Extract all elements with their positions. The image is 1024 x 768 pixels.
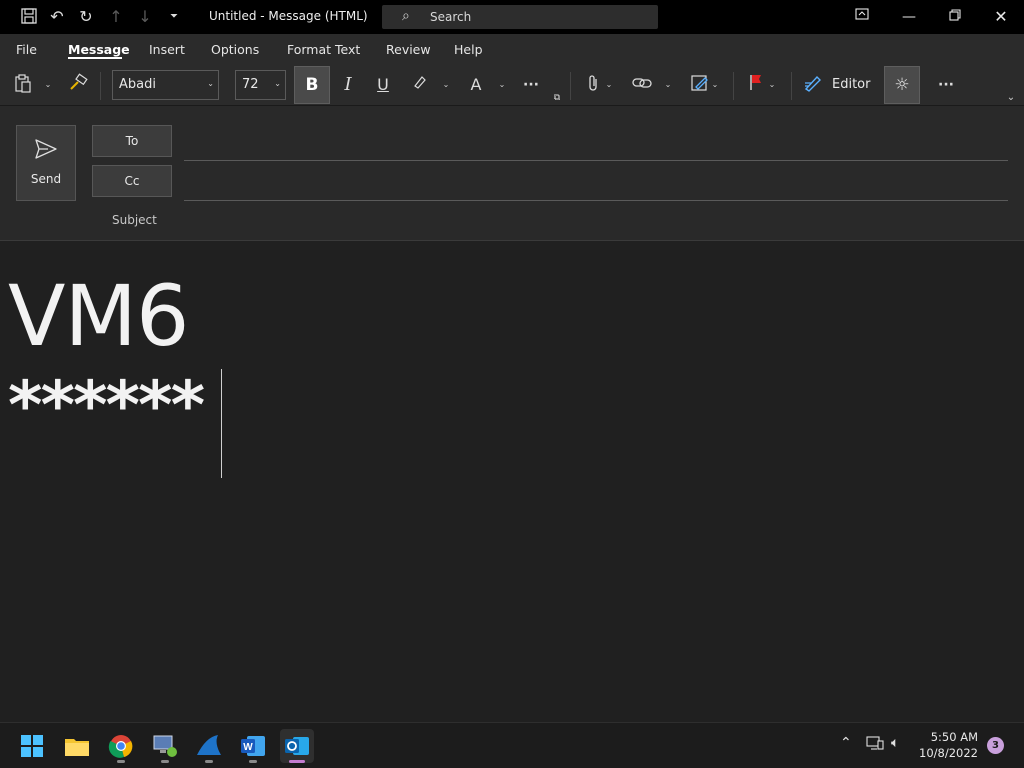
file-explorer-icon[interactable]: [60, 729, 94, 763]
search-icon: ⌕: [402, 8, 410, 24]
ribbon: ⌄ Abadi ⌄ 72 ⌄ B I U ⌄ A ⌄ ··· ⧉ ⌄ ⌄ ⌄ ⌄: [0, 64, 1024, 158]
bold-button[interactable]: B: [294, 66, 330, 104]
to-button[interactable]: To: [92, 125, 172, 157]
attach-dropdown-icon[interactable]: ⌄: [604, 73, 614, 97]
font-size-select[interactable]: 72 ⌄: [235, 70, 286, 100]
font-color-dropdown-icon[interactable]: ⌄: [497, 73, 507, 97]
save-icon[interactable]: [19, 7, 39, 27]
signature-icon[interactable]: [689, 73, 711, 97]
clock-time: 5:50 AM: [930, 730, 978, 744]
taskbar: W ⌃ 🔈︎ 5:50 AM 10/8/2022 3: [0, 722, 1024, 768]
tab-file[interactable]: File: [16, 42, 37, 57]
link-icon[interactable]: [630, 73, 654, 97]
send-button[interactable]: Send: [16, 125, 76, 201]
tab-message[interactable]: Message: [68, 42, 130, 57]
subject-label: Subject: [112, 213, 157, 227]
show-hidden-icons[interactable]: ⌃: [840, 735, 852, 751]
ribbon-separator: [791, 72, 792, 100]
menu-bar: File Message Insert Options Format Text …: [0, 34, 1024, 64]
signature-dropdown-icon[interactable]: ⌄: [710, 73, 720, 97]
font-color-button[interactable]: A: [465, 73, 487, 97]
highlight-dropdown-icon[interactable]: ⌄: [441, 73, 451, 97]
tab-format-text[interactable]: Format Text: [287, 42, 360, 57]
link-dropdown-icon[interactable]: ⌄: [663, 73, 673, 97]
send-label: Send: [30, 172, 62, 186]
paste-icon[interactable]: [12, 73, 34, 97]
underline-button[interactable]: U: [372, 73, 394, 97]
tab-insert[interactable]: Insert: [149, 42, 185, 57]
outlook-icon[interactable]: [280, 729, 314, 763]
ribbon-separator: [733, 72, 734, 100]
tab-options[interactable]: Options: [211, 42, 259, 57]
active-tab-indicator: [68, 57, 122, 59]
clock[interactable]: 5:50 AM 10/8/2022: [919, 729, 978, 761]
search-input[interactable]: ⌕ Search: [382, 5, 658, 29]
italic-button[interactable]: I: [337, 73, 359, 97]
title-bar: ↶ ↻ ↑ ↓ ⏷ Untitled - Message (HTML) ⌕ Se…: [0, 0, 1024, 34]
message-body[interactable]: VM6 ******: [0, 241, 1024, 722]
app-running-indicator: [205, 760, 213, 763]
body-line-2: ******: [8, 367, 205, 444]
svg-text:W: W: [243, 742, 253, 753]
notification-badge[interactable]: 3: [987, 737, 1004, 754]
font-name-select[interactable]: Abadi ⌄: [112, 70, 219, 100]
app-running-indicator: [249, 760, 257, 763]
paste-dropdown-icon[interactable]: ⌄: [43, 73, 53, 97]
maximize-icon[interactable]: [944, 6, 966, 28]
flag-icon[interactable]: [745, 73, 767, 97]
cc-button[interactable]: Cc: [92, 165, 172, 197]
font-name-value: Abadi: [119, 77, 156, 92]
more-options-button[interactable]: ···: [518, 73, 544, 97]
editor-button[interactable]: Editor: [832, 77, 870, 92]
window-title: Untitled - Message (HTML): [209, 9, 368, 23]
switch-background-icon[interactable]: ☼: [884, 66, 920, 104]
remote-desktop-icon[interactable]: [148, 729, 182, 763]
down-arrow-icon[interactable]: ↓: [135, 7, 155, 27]
start-icon[interactable]: [15, 729, 49, 763]
undo-icon[interactable]: ↶: [47, 7, 67, 27]
compose-header: Send To Cc Subject: [0, 106, 1024, 241]
shark-icon[interactable]: [192, 729, 226, 763]
chevron-down-icon: ⌄: [274, 79, 281, 88]
network-icon[interactable]: [866, 735, 884, 755]
clock-date: 10/8/2022: [919, 746, 978, 760]
body-line-1: VM6: [8, 267, 189, 365]
ribbon-separator: [100, 72, 101, 100]
highlight-icon[interactable]: [409, 73, 431, 97]
flag-dropdown-icon[interactable]: ⌄: [767, 73, 777, 97]
volume-icon[interactable]: 🔈︎: [891, 735, 899, 751]
chrome-icon[interactable]: [104, 729, 138, 763]
editor-icon[interactable]: [802, 73, 824, 97]
tab-help[interactable]: Help: [454, 42, 483, 57]
redo-icon[interactable]: ↻: [76, 7, 96, 27]
to-field[interactable]: [184, 160, 1008, 161]
format-painter-icon[interactable]: [67, 73, 89, 97]
attach-icon[interactable]: [582, 73, 604, 97]
active-app-indicator: [289, 760, 305, 763]
send-icon: [17, 138, 75, 165]
cc-field[interactable]: [184, 200, 1008, 201]
text-cursor: [221, 369, 222, 478]
search-label: Search: [430, 10, 472, 24]
customize-icon[interactable]: ⏷: [164, 7, 184, 27]
up-arrow-icon[interactable]: ↑: [106, 7, 126, 27]
font-size-value: 72: [242, 77, 259, 92]
chevron-down-icon: ⌄: [207, 79, 214, 88]
minimize-icon[interactable]: —: [898, 6, 920, 28]
ribbon-display-icon[interactable]: [851, 6, 873, 28]
app-running-indicator: [161, 760, 169, 763]
word-icon[interactable]: W: [236, 729, 270, 763]
app-running-indicator: [117, 760, 125, 763]
ribbon-separator: [570, 72, 571, 100]
more-commands-icon[interactable]: ···: [934, 73, 958, 97]
tab-review[interactable]: Review: [386, 42, 431, 57]
close-icon[interactable]: ✕: [990, 6, 1012, 28]
